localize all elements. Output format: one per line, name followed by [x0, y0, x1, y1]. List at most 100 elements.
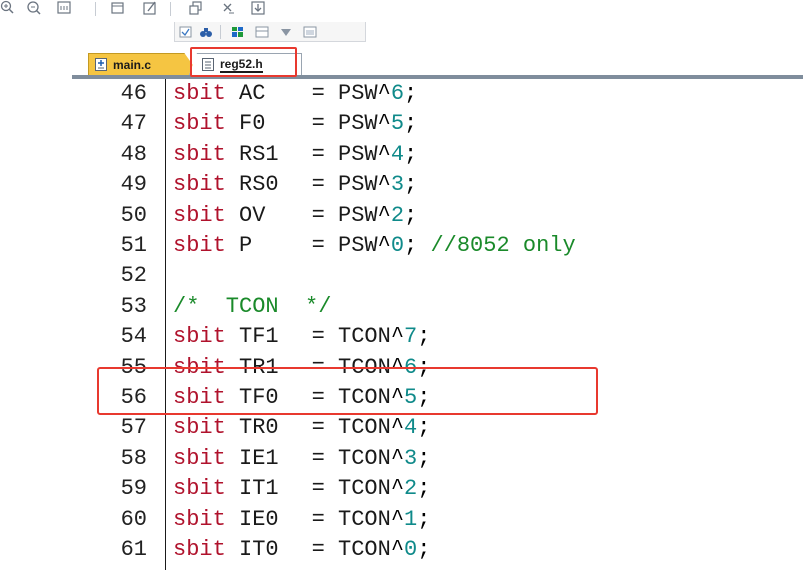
line-number: 54: [120, 324, 147, 350]
line-number: 48: [120, 141, 147, 167]
code-line[interactable]: 57 sbit TR0 = TCON^4;: [72, 413, 803, 443]
bit-number: 4: [390, 141, 405, 167]
zoom-in-icon[interactable]: [0, 0, 16, 16]
operator: =: [311, 111, 325, 137]
close-x-icon[interactable]: [220, 0, 236, 16]
bit-number: 0: [404, 537, 418, 562]
keyword: sbit: [173, 172, 226, 198]
editor-toolbar: [174, 22, 366, 42]
tab-main-c[interactable]: main.c: [88, 53, 200, 75]
operator: =: [311, 476, 325, 502]
binoculars-icon[interactable]: [199, 25, 213, 37]
layout-icon[interactable]: [255, 25, 269, 38]
bit-number: 4: [404, 415, 418, 441]
line-highlight-box: [97, 367, 598, 415]
identifier: OV: [239, 202, 266, 228]
bit-number: 6: [390, 81, 405, 106]
identifier: IE0: [239, 506, 279, 532]
toolbar-separator: [220, 25, 221, 39]
line-source: sbit AC = PSW^6;: [173, 79, 417, 109]
window-icon[interactable]: [303, 25, 317, 38]
line-source: sbit OV = PSW^2;: [173, 201, 417, 231]
line-source: sbit IT1 = TCON^2;: [173, 474, 430, 504]
register: TCON: [338, 445, 391, 471]
line-number: 52: [120, 263, 147, 289]
code-line[interactable]: 62: [72, 565, 803, 570]
bit-number: 2: [390, 202, 405, 228]
download-icon[interactable]: [250, 0, 266, 16]
code-area[interactable]: 46 sbit AC = PSW^6; 47 sbit F0 = PSW^5; 48 sbit…: [72, 79, 803, 570]
line-source: /* TCON */: [173, 292, 331, 322]
identifier: RS1: [239, 141, 279, 167]
grid-icon[interactable]: [231, 25, 245, 37]
line-source: sbit RS0 = PSW^3;: [173, 170, 417, 200]
keyword: sbit: [173, 141, 226, 167]
zoom-out-icon[interactable]: [26, 0, 42, 16]
bit-number: 5: [390, 111, 405, 137]
code-line[interactable]: 58 sbit IE1 = TCON^3;: [72, 444, 803, 474]
register: PSW: [338, 202, 378, 228]
keyword: sbit: [173, 81, 226, 106]
comment: //8052 only: [430, 233, 576, 258]
code-editor: main.c reg52.h 46 sbit AC = PSW^6; 47 sbit F…: [72, 50, 803, 570]
file-icon: [95, 58, 107, 71]
identifier: F0: [239, 111, 266, 137]
code-line[interactable]: 48 sbit RS1 = PSW^4;: [72, 140, 803, 170]
code-line[interactable]: 50 sbit OV = PSW^2;: [72, 201, 803, 231]
identifier: P: [239, 233, 253, 258]
identifier: TF1: [239, 324, 279, 350]
code-line[interactable]: 60 sbit IE0 = TCON^1;: [72, 505, 803, 535]
bit-number: 7: [404, 324, 418, 350]
code-line[interactable]: 51 sbit P = PSW^0; //8052 only: [72, 231, 803, 261]
register: PSW: [338, 172, 378, 198]
code-line[interactable]: 47 sbit F0 = PSW^5;: [72, 109, 803, 139]
identifier: TR0: [239, 415, 279, 441]
line-source: sbit RS1 = PSW^4;: [173, 140, 417, 170]
code-line[interactable]: 49 sbit RS0 = PSW^3;: [72, 170, 803, 200]
code-line[interactable]: 54 sbit TF1 = TCON^7;: [72, 322, 803, 352]
code-line[interactable]: 52: [72, 261, 803, 291]
line-number: 49: [120, 172, 147, 198]
line-source: sbit P = PSW^0; //8052 only: [173, 231, 576, 261]
top-toolbar: [0, 0, 803, 22]
bit-number: 3: [404, 445, 418, 471]
operator: =: [311, 172, 325, 198]
edit-icon[interactable]: [142, 0, 158, 16]
keyword: sbit: [173, 506, 226, 532]
register: TCON: [338, 537, 391, 562]
fit-page-icon[interactable]: [56, 0, 72, 16]
keyword: sbit: [173, 476, 226, 502]
keyword: sbit: [173, 537, 226, 562]
bit-number: 3: [390, 172, 405, 198]
operator: =: [311, 202, 325, 228]
register: TCON: [338, 415, 391, 441]
toolbar-separator: [95, 2, 96, 16]
keyword: sbit: [173, 111, 226, 137]
gutter-separator: [165, 79, 166, 570]
register: TCON: [338, 324, 391, 350]
line-number: 57: [120, 415, 147, 441]
keyword: sbit: [173, 445, 226, 471]
line-number: 58: [120, 445, 147, 471]
code-line[interactable]: 59 sbit IT1 = TCON^2;: [72, 474, 803, 504]
checkbox-icon[interactable]: [179, 25, 193, 38]
copy-icon[interactable]: [188, 0, 204, 16]
register: PSW: [338, 141, 378, 167]
code-line[interactable]: 61 sbit IT0 = TCON^0;: [72, 535, 803, 565]
identifier: RS0: [239, 172, 279, 198]
code-line[interactable]: 46 sbit AC = PSW^6;: [72, 79, 803, 109]
line-source: sbit IT0 = TCON^0;: [173, 535, 430, 565]
line-number: 61: [120, 537, 147, 562]
code-line[interactable]: 53 /* TCON */: [72, 292, 803, 322]
settings-icon[interactable]: [279, 25, 293, 37]
operator: =: [311, 415, 325, 441]
comment: /* TCON */: [173, 293, 332, 319]
line-number: 47: [120, 111, 147, 137]
tab-highlight-box: [190, 47, 297, 77]
keyword: sbit: [173, 233, 226, 258]
line-number: 51: [120, 233, 147, 258]
line-number: 50: [120, 202, 147, 228]
line-number: 60: [120, 506, 147, 532]
operator: =: [311, 445, 325, 471]
new-window-icon[interactable]: [110, 0, 126, 16]
